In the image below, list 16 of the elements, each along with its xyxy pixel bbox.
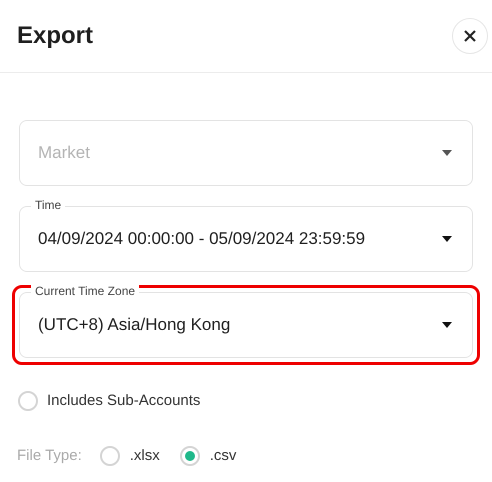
field-placeholder: Market [38, 142, 90, 164]
close-icon [463, 29, 477, 43]
dialog-title: Export [17, 21, 94, 51]
option-label: .xlsx [130, 446, 160, 466]
radio-button[interactable] [100, 446, 120, 466]
radio-button[interactable] [180, 446, 200, 466]
radio-button[interactable] [18, 391, 38, 411]
field-value: (UTC+8) Asia/Hong Kong [38, 314, 230, 336]
close-button[interactable] [452, 18, 488, 54]
checkbox-label: Includes Sub-Accounts [47, 390, 200, 411]
field-value: 04/09/2024 00:00:00 - 05/09/2024 23:59:59 [38, 228, 366, 250]
caret-icon [442, 236, 452, 242]
caret-icon [442, 150, 452, 156]
option-label: .csv [210, 446, 236, 466]
file-type-label: File Type: [17, 446, 82, 466]
caret-icon [442, 322, 452, 328]
